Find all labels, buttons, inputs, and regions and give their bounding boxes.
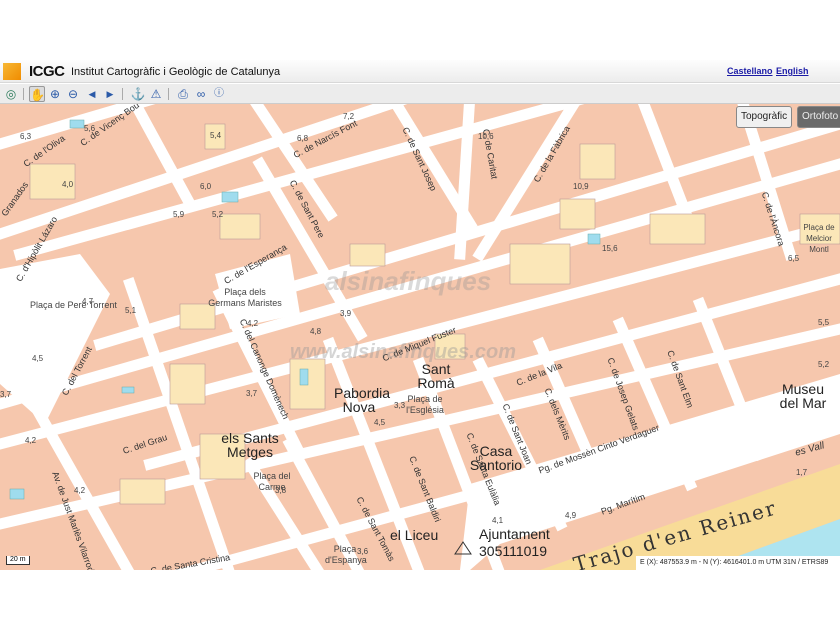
elevation: 4,1 xyxy=(492,516,504,525)
elevation: 15,6 xyxy=(602,244,618,253)
watermark: alsinafinques xyxy=(325,266,492,296)
forward-icon[interactable]: ▶ xyxy=(102,86,118,102)
org-name: Institut Cartogràfic i Geològic de Catal… xyxy=(71,66,281,78)
lang-english-link[interactable]: English xyxy=(776,66,809,76)
elevation: 4,5 xyxy=(374,418,386,427)
pool xyxy=(221,191,239,203)
separator xyxy=(23,88,24,100)
place-label: Plaça de l'Església xyxy=(406,394,444,415)
elevation: 6,0 xyxy=(200,182,212,191)
place-label: el Liceu xyxy=(390,527,439,543)
building xyxy=(119,478,166,505)
brand: ICGC xyxy=(29,63,65,80)
coordinate-readout: E (X): 487553.9 m - N (Y): 4616401.0 m U… xyxy=(636,556,840,570)
elevation: 3,7 xyxy=(246,389,258,398)
place-label: Sant Romà xyxy=(417,361,455,391)
building xyxy=(559,198,596,230)
help-icon[interactable]: ⓘ xyxy=(211,86,227,102)
place-label: Plaça de Pere Torrent xyxy=(30,300,117,310)
elevation: 4,7 xyxy=(82,297,94,306)
place-label: els Sants Metges xyxy=(221,430,279,460)
elevation: 6,5 xyxy=(788,254,800,263)
elevation: 10,6 xyxy=(478,132,494,141)
pool xyxy=(587,233,601,245)
elevation: 3,6 xyxy=(357,547,369,556)
toolbar: ◎ ✋ ⊕ ⊖ ◀ ▶ ⚓ ⚠ ⎙ ∞ ⓘ xyxy=(0,84,840,104)
place-label: Ajuntament xyxy=(479,526,550,542)
overview-icon[interactable]: ◎ xyxy=(3,86,19,102)
place-label: Pabordia Nova xyxy=(334,385,391,415)
header-bar: ICGC Institut Cartogràfic i Geològic de … xyxy=(0,60,840,83)
elevation: 5,4 xyxy=(210,131,222,140)
map-canvas[interactable]: alsinafinques www.alsinafinques.com Plaç… xyxy=(0,104,840,570)
building xyxy=(509,243,571,285)
pan-icon[interactable]: ✋ xyxy=(29,86,45,102)
place-label: 305111019 xyxy=(479,543,547,559)
elevation: 7,2 xyxy=(343,112,355,121)
anchor-icon[interactable]: ⚓ xyxy=(130,86,146,102)
elevation: 5,6 xyxy=(84,124,96,133)
elevation: 4,2 xyxy=(74,486,86,495)
building xyxy=(349,243,386,267)
pool xyxy=(69,119,85,129)
building xyxy=(579,143,616,180)
topographic-layer-button[interactable]: Topogràfic xyxy=(736,106,793,128)
elevation: 3,9 xyxy=(340,309,352,318)
pool xyxy=(9,488,25,500)
link-icon[interactable]: ∞ xyxy=(193,86,209,102)
elevation: 5,5 xyxy=(818,318,830,327)
orthophoto-layer-button[interactable]: Ortofoto xyxy=(797,106,840,128)
warning-icon[interactable]: ⚠ xyxy=(148,86,164,102)
building xyxy=(169,363,206,405)
icgc-logo xyxy=(3,63,21,80)
elevation: 4,2 xyxy=(247,319,259,328)
lang-castellano-link[interactable]: Castellano xyxy=(727,66,773,76)
scale-bar: 20 m xyxy=(6,556,30,565)
elevation: 4,9 xyxy=(565,511,577,520)
print-icon[interactable]: ⎙ xyxy=(175,86,191,102)
elevation: 5,2 xyxy=(818,360,830,369)
elevation: 4,8 xyxy=(310,327,322,336)
elevation: 4,2 xyxy=(25,436,37,445)
elevation: 3,8 xyxy=(275,486,287,495)
elevation: 6,8 xyxy=(297,134,309,143)
street xyxy=(637,104,698,232)
place-label: Museu del Mar xyxy=(779,381,827,411)
separator xyxy=(122,88,123,100)
building xyxy=(219,213,261,240)
place-label: Plaça de Melcior Montl xyxy=(803,223,835,254)
pool xyxy=(121,386,135,394)
elevation: 4,0 xyxy=(62,180,74,189)
elevation: 10,9 xyxy=(573,182,589,191)
zoom-in-icon[interactable]: ⊕ xyxy=(47,86,63,102)
elevation: 5,1 xyxy=(125,306,137,315)
elevation: 1,7 xyxy=(796,468,808,477)
elevation: 5,9 xyxy=(173,210,185,219)
elevation: 5,2 xyxy=(212,210,224,219)
back-icon[interactable]: ◀ xyxy=(84,86,100,102)
building xyxy=(649,213,706,245)
elevation: 3,7 xyxy=(0,390,12,399)
zoom-out-icon[interactable]: ⊖ xyxy=(65,86,81,102)
elevation: 4,5 xyxy=(32,354,44,363)
place-label: Plaça dels Germans Maristes xyxy=(208,287,282,308)
elevation: 3,3 xyxy=(394,401,406,410)
elevation: 6,3 xyxy=(20,132,32,141)
pool xyxy=(299,368,309,386)
separator xyxy=(168,88,169,100)
